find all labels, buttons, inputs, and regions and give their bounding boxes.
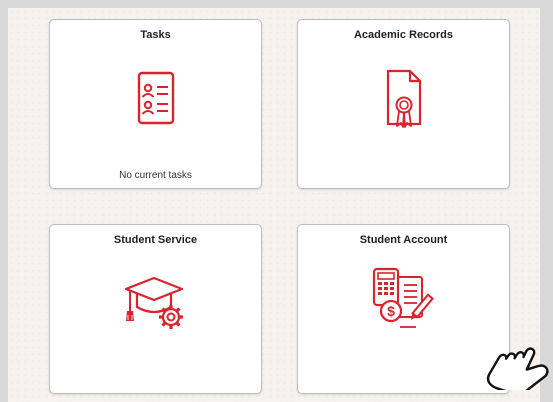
graduation-cap-gear-icon (124, 276, 183, 329)
tile-title: Student Account (359, 234, 448, 246)
tile-title: Student Service (113, 234, 198, 246)
tile-title: Academic Records (353, 29, 454, 41)
tile-academic-records[interactable]: Academic Records (297, 19, 510, 189)
calculator-payment-icon: $ (372, 267, 434, 328)
tasks-status-text: No current tasks (119, 170, 192, 181)
pointing-hand-icon (486, 347, 549, 390)
svg-text:$: $ (387, 303, 395, 319)
tile-student-service[interactable]: Student Service (49, 224, 262, 394)
id-card-icon (137, 71, 174, 125)
tile-tasks[interactable]: Tasks No current tasks (49, 19, 262, 189)
tile-title: Tasks (140, 29, 171, 41)
screen-frame: Tasks No current tasks Academic Records … (0, 0, 553, 402)
certificate-document-icon (386, 69, 421, 128)
